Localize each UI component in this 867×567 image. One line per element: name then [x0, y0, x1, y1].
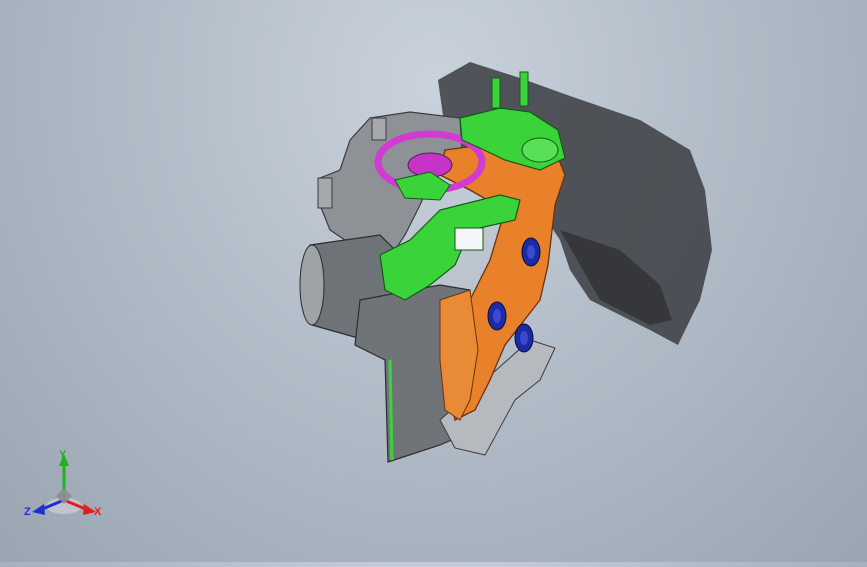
green-disc: [521, 137, 559, 163]
housing-tab: [317, 177, 333, 209]
green-edge: [388, 359, 394, 461]
screw-icon: [521, 237, 541, 267]
screw-icon: [514, 323, 534, 353]
white-window: [454, 227, 484, 251]
screw-icon: [487, 301, 507, 331]
housing-tab: [371, 117, 387, 141]
z-axis-label: Z: [24, 506, 31, 518]
y-axis-label: Y: [59, 449, 67, 461]
3d-model-viewport[interactable]: [0, 0, 867, 562]
connector-face: [299, 244, 325, 326]
coordinate-triad: Y X Z: [22, 448, 112, 528]
model-render: [299, 62, 712, 463]
x-axis-label: X: [94, 506, 102, 518]
green-pin: [519, 71, 529, 107]
green-pin: [491, 77, 501, 109]
